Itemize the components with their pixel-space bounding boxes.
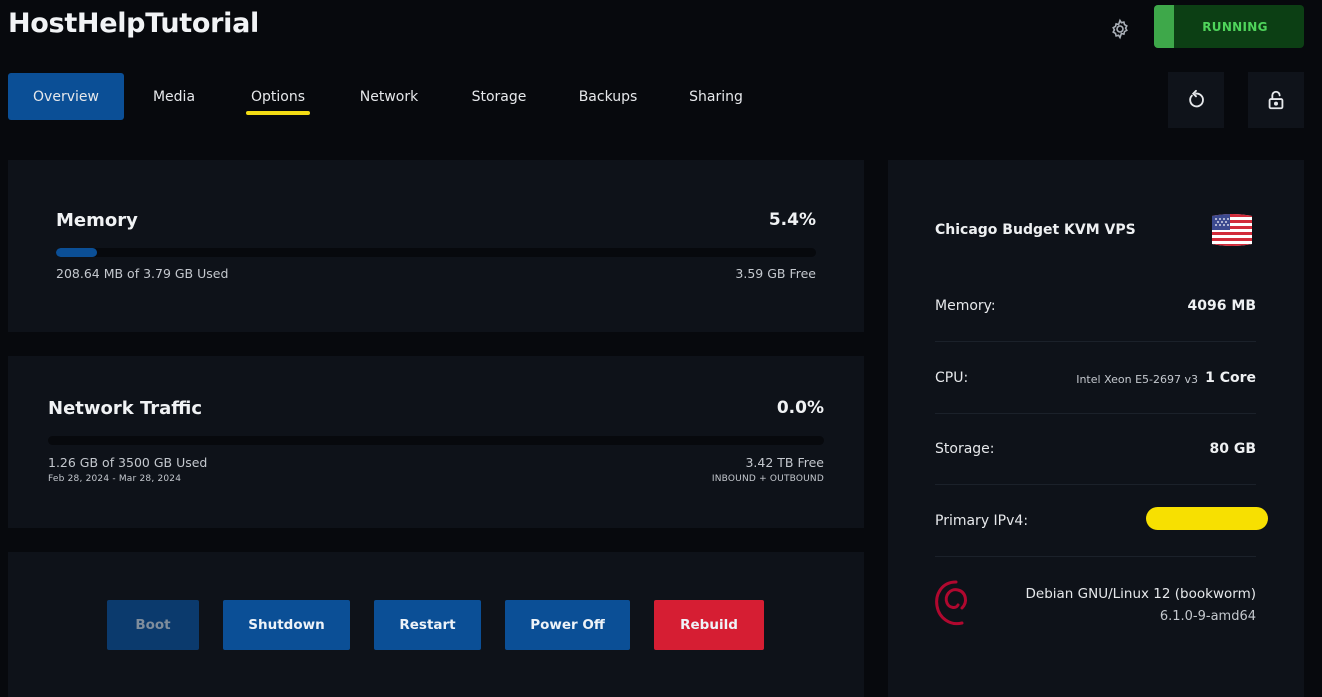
tab-bar: Overview Media Options Network Storage B… <box>8 73 768 120</box>
us-flag-icon <box>1208 212 1256 248</box>
tab-media[interactable]: Media <box>124 73 224 120</box>
memory-free-text: 3.59 GB Free <box>735 266 816 281</box>
network-free-text: 3.42 TB Free <box>745 455 824 470</box>
network-percent: 0.0% <box>776 398 824 418</box>
kernel-version: 6.1.0-9-amd64 <box>1159 609 1256 624</box>
network-title: Network Traffic <box>48 398 203 419</box>
network-date-range: Feb 28, 2024 - Mar 28, 2024 <box>48 474 182 484</box>
tab-label: Backups <box>578 88 638 105</box>
memory-used-text: 208.64 MB of 3.79 GB Used <box>56 266 229 281</box>
status-indicator-stripe <box>1154 5 1174 48</box>
tab-label: Network <box>359 88 419 105</box>
cpu-cores: 1 Core <box>1205 370 1256 386</box>
server-status-button[interactable]: RUNNING <box>1154 5 1304 48</box>
tab-label: Overview <box>33 88 99 105</box>
memory-percent: 5.4% <box>768 210 816 230</box>
server-info-panel: Chicago Budget KVM VPS Memory: 4096 MB C… <box>888 160 1304 697</box>
tab-label: Media <box>152 88 196 105</box>
gear-icon[interactable] <box>1108 17 1132 41</box>
memory-progress-fill <box>56 248 98 257</box>
cpu-label: CPU: <box>935 370 969 386</box>
memory-label: Memory: <box>935 298 996 314</box>
network-progress-track <box>48 436 824 445</box>
lock-button[interactable] <box>1248 72 1304 128</box>
reinstall-icon <box>1189 89 1204 108</box>
unlock-icon <box>1268 90 1284 110</box>
tab-options[interactable]: Options <box>224 73 332 120</box>
divider <box>935 484 1256 485</box>
debian-logo-icon <box>932 578 974 628</box>
cpu-model: Intel Xeon E5-2697 v3 <box>1076 373 1198 386</box>
tab-sharing[interactable]: Sharing <box>664 73 768 120</box>
restart-button[interactable]: Restart <box>374 600 481 650</box>
storage-value: 80 GB <box>1209 441 1256 457</box>
tab-label: Sharing <box>689 88 743 105</box>
ipv4-redacted-value[interactable] <box>1146 507 1268 530</box>
memory-progress-track <box>56 248 816 257</box>
reinstall-button[interactable] <box>1168 72 1224 128</box>
tab-label: Options <box>250 88 306 105</box>
tab-label: Storage <box>471 88 527 105</box>
server-name: Chicago Budget KVM VPS <box>935 222 1136 238</box>
rebuild-button[interactable]: Rebuild <box>654 600 764 650</box>
divider <box>935 556 1256 557</box>
tab-storage[interactable]: Storage <box>446 73 552 120</box>
shutdown-button[interactable]: Shutdown <box>223 600 350 650</box>
tab-backups[interactable]: Backups <box>552 73 664 120</box>
os-name: Debian GNU/Linux 12 (bookworm) <box>1025 586 1256 602</box>
power-off-button[interactable]: Power Off <box>505 600 630 650</box>
memory-card: Memory 5.4% 208.64 MB of 3.79 GB Used 3.… <box>8 160 864 332</box>
status-label: RUNNING <box>1202 19 1268 34</box>
divider <box>935 341 1256 342</box>
boot-button[interactable]: Boot <box>107 600 199 650</box>
divider <box>935 413 1256 414</box>
memory-title: Memory <box>56 210 138 231</box>
storage-label: Storage: <box>935 441 995 457</box>
tab-highlight-underline <box>246 111 310 115</box>
power-actions-card: Boot Shutdown Restart Power Off Rebuild <box>8 552 864 697</box>
network-used-text: 1.26 GB of 3500 GB Used <box>48 455 208 470</box>
page-title: HostHelpTutorial <box>8 8 259 39</box>
network-traffic-card: Network Traffic 0.0% 1.26 GB of 3500 GB … <box>8 356 864 528</box>
tab-network[interactable]: Network <box>332 73 446 120</box>
network-direction: INBOUND + OUTBOUND <box>711 474 824 484</box>
tab-overview[interactable]: Overview <box>8 73 124 120</box>
memory-value: 4096 MB <box>1187 298 1256 314</box>
ipv4-label: Primary IPv4: <box>935 513 1029 529</box>
